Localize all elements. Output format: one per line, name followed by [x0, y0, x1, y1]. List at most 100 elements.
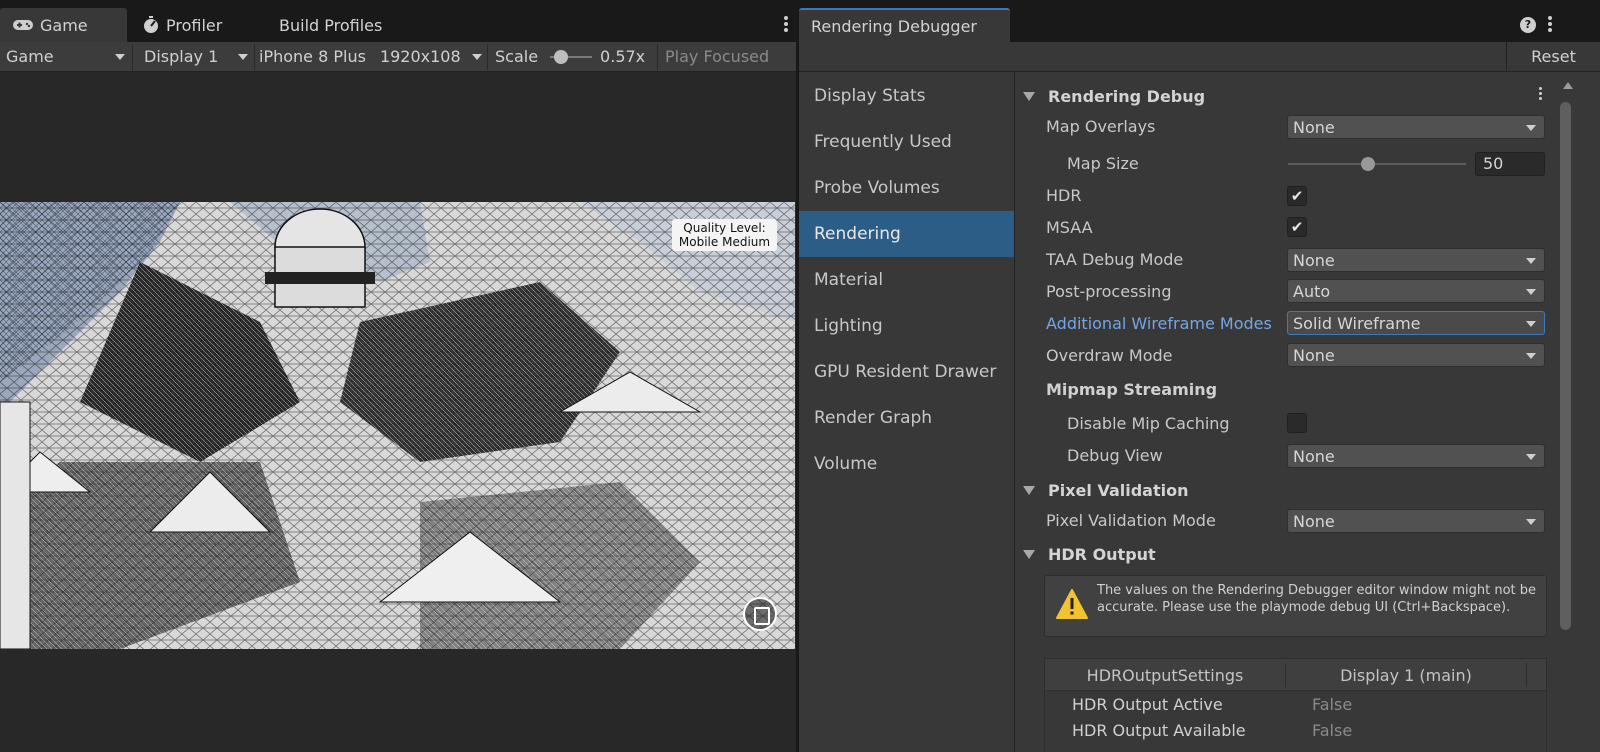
disable-mip-caching-checkbox[interactable]	[1287, 413, 1307, 433]
debug-view-dropdown[interactable]: None	[1287, 444, 1545, 468]
hdr-table-header: HDROutputSettings Display 1 (main)	[1045, 659, 1546, 691]
chevron-down-icon	[1526, 321, 1536, 327]
overdraw-mode-value: None	[1293, 345, 1335, 365]
map-size-slider-thumb[interactable]	[1361, 157, 1375, 171]
table-row-value: False	[1312, 695, 1353, 714]
game-view-render[interactable]	[0, 202, 795, 649]
map-size-label: Map Size	[1067, 154, 1139, 173]
settings-scrollbar[interactable]	[1554, 72, 1600, 752]
hdr-label: HDR	[1046, 186, 1082, 205]
help-icon[interactable]: ?	[1520, 17, 1536, 33]
foldout-rendering-debug[interactable]: Rendering Debug	[1016, 81, 1554, 111]
hdr-warning-box: The values on the Rendering Debugger edi…	[1044, 575, 1547, 637]
hdr-warning-text: The values on the Rendering Debugger edi…	[1097, 583, 1537, 615]
reset-button[interactable]: Reset	[1506, 42, 1600, 71]
mipmap-streaming-heading: Mipmap Streaming	[1046, 380, 1218, 399]
map-overlays-value: None	[1293, 117, 1335, 137]
display-dropdown[interactable]: Display 1	[144, 42, 250, 71]
category-gpu-resident-drawer[interactable]: GPU Resident Drawer	[799, 349, 1014, 395]
foldout-arrow-icon	[1023, 485, 1035, 495]
pixel-validation-mode-label: Pixel Validation Mode	[1046, 511, 1216, 530]
foldout-rendering-debug-title: Rendering Debug	[1048, 86, 1206, 106]
scale-control: Scale 0.57x	[495, 42, 655, 71]
tab-build-profiles[interactable]: Build Profiles	[267, 8, 394, 42]
category-lighting[interactable]: Lighting	[799, 303, 1014, 349]
warning-icon	[1055, 588, 1089, 624]
map-size-slider[interactable]	[1288, 163, 1466, 165]
category-material[interactable]: Material	[799, 257, 1014, 303]
scale-slider-thumb[interactable]	[554, 49, 569, 64]
map-size-input[interactable]: 50	[1475, 152, 1545, 176]
tab-game[interactable]: Game	[0, 8, 127, 42]
view-mode-value: Game	[6, 47, 54, 66]
table-row-label: HDR Output Available	[1072, 721, 1246, 740]
tab-game-label: Game	[40, 15, 88, 35]
foldout-hdr-output-title: HDR Output	[1048, 544, 1156, 564]
debugger-toolbar: Reset	[799, 42, 1600, 72]
scroll-up-arrow-icon[interactable]	[1563, 82, 1573, 89]
wireframe-modes-value: Solid Wireframe	[1293, 313, 1421, 333]
chevron-down-icon	[472, 53, 482, 60]
play-focused-label: Play Focused	[665, 47, 770, 66]
foldout-arrow-icon	[1023, 549, 1035, 559]
mobile-view-badge-icon	[743, 597, 777, 631]
play-focused-dropdown[interactable]: Play Focused	[665, 42, 769, 71]
chevron-down-icon	[115, 53, 125, 60]
scale-slider[interactable]	[550, 49, 593, 64]
wireframe-modes-dropdown[interactable]: Solid Wireframe	[1287, 311, 1545, 335]
tab-rendering-debugger[interactable]: Rendering Debugger	[799, 8, 1010, 42]
debugger-settings-panel: Rendering Debug Map Overlays None Map Si…	[1016, 72, 1554, 752]
wireframe-scene-image	[0, 202, 795, 649]
overdraw-mode-dropdown[interactable]: None	[1287, 343, 1545, 367]
foldout-pixel-validation[interactable]: Pixel Validation	[1016, 475, 1554, 505]
taa-debug-mode-dropdown[interactable]: None	[1287, 248, 1545, 272]
chevron-down-icon	[1526, 289, 1536, 295]
tab-profiler[interactable]: Profiler	[130, 8, 234, 42]
foldout-hdr-output[interactable]: HDR Output	[1016, 539, 1554, 569]
overdraw-mode-label: Overdraw Mode	[1046, 346, 1173, 365]
column-header-settings[interactable]: HDROutputSettings	[1045, 659, 1285, 691]
category-display-stats[interactable]: Display Stats	[799, 73, 1014, 119]
category-render-graph[interactable]: Render Graph	[799, 395, 1014, 441]
debugger-menu-icon[interactable]	[1544, 14, 1556, 36]
post-processing-dropdown[interactable]: Auto	[1287, 279, 1545, 303]
category-volume[interactable]: Volume	[799, 441, 1014, 487]
game-window: Game Profiler Build Profiles Game Displa…	[0, 0, 803, 752]
msaa-checkbox[interactable]: ✔	[1287, 217, 1307, 237]
taa-debug-mode-value: None	[1293, 250, 1335, 270]
hdr-checkbox[interactable]: ✔	[1287, 186, 1307, 206]
column-header-display[interactable]: Display 1 (main)	[1286, 659, 1526, 691]
chevron-down-icon	[1526, 258, 1536, 264]
chevron-down-icon	[1526, 353, 1536, 359]
view-mode-dropdown[interactable]: Game	[6, 42, 129, 71]
device-resolution-dropdown[interactable]: iPhone 8 Plus 1920x108	[259, 42, 485, 71]
checkmark-icon: ✔	[1290, 187, 1304, 205]
display-value: Display 1	[144, 47, 219, 66]
foldout-arrow-icon	[1023, 91, 1035, 101]
disable-mip-caching-label: Disable Mip Caching	[1067, 414, 1230, 433]
scale-value: 0.57x	[600, 47, 646, 66]
pixel-validation-mode-dropdown[interactable]: None	[1287, 509, 1545, 533]
game-window-menu-icon[interactable]	[780, 14, 792, 36]
debug-view-label: Debug View	[1067, 446, 1163, 465]
chevron-down-icon	[1526, 454, 1536, 460]
quality-level-label: Quality Level: Mobile Medium	[672, 219, 777, 251]
map-overlays-dropdown[interactable]: None	[1287, 115, 1545, 139]
pixel-validation-mode-value: None	[1293, 511, 1335, 531]
category-frequently-used[interactable]: Frequently Used	[799, 119, 1014, 165]
wireframe-modes-label: Additional Wireframe Modes	[1046, 314, 1272, 333]
post-processing-value: Auto	[1293, 281, 1331, 301]
game-toolbar: Game Display 1 iPhone 8 Plus 1920x108 Sc…	[0, 42, 803, 72]
chevron-down-icon	[238, 53, 248, 60]
tab-profiler-label: Profiler	[166, 15, 223, 35]
category-probe-volumes[interactable]: Probe Volumes	[799, 165, 1014, 211]
foldout-menu-icon[interactable]	[1536, 85, 1544, 102]
table-row-label: HDR Output Active	[1072, 695, 1223, 714]
game-tab-bar: Game Profiler Build Profiles	[0, 0, 803, 42]
table-row-value: False	[1312, 721, 1353, 740]
category-rendering[interactable]: Rendering	[799, 211, 1014, 257]
chevron-down-icon	[1526, 125, 1536, 131]
debugger-tab-bar: Rendering Debugger ?	[799, 0, 1600, 42]
gamepad-icon	[12, 18, 34, 32]
scroll-thumb[interactable]	[1560, 102, 1571, 630]
